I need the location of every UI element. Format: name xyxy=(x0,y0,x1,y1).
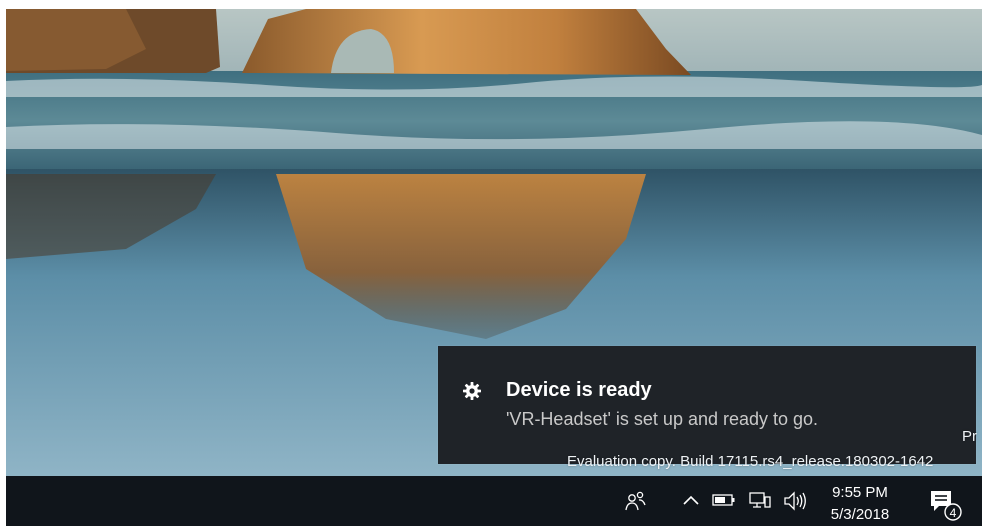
notification-title: Device is ready xyxy=(506,379,652,401)
volume-icon[interactable] xyxy=(782,490,808,512)
battery-icon[interactable] xyxy=(712,493,736,507)
watermark-line-1: Pr xyxy=(962,428,977,445)
network-icon[interactable] xyxy=(748,491,772,511)
gear-icon xyxy=(463,382,481,400)
notification-count-badge: 4 xyxy=(950,506,957,520)
action-center-icon[interactable]: 4 xyxy=(928,488,962,522)
notification-body: 'VR-Headset' is set up and ready to go. xyxy=(506,409,819,429)
desktop[interactable]: Device is ready 'VR-Headset' is set up a… xyxy=(6,9,982,476)
people-icon[interactable] xyxy=(624,490,648,512)
clock-time: 9:55 PM xyxy=(832,484,888,501)
watermark-line-2: Evaluation copy. Build 17115.rs4_release… xyxy=(567,453,934,470)
taskbar-clock[interactable]: 9:55 PM 5/3/2018 xyxy=(822,482,898,526)
notification-toast[interactable]: Device is ready 'VR-Headset' is set up a… xyxy=(438,346,976,464)
taskbar: 9:55 PM 5/3/2018 4 xyxy=(6,476,982,526)
clock-date: 5/3/2018 xyxy=(830,506,890,523)
chevron-up-icon[interactable] xyxy=(682,493,700,507)
